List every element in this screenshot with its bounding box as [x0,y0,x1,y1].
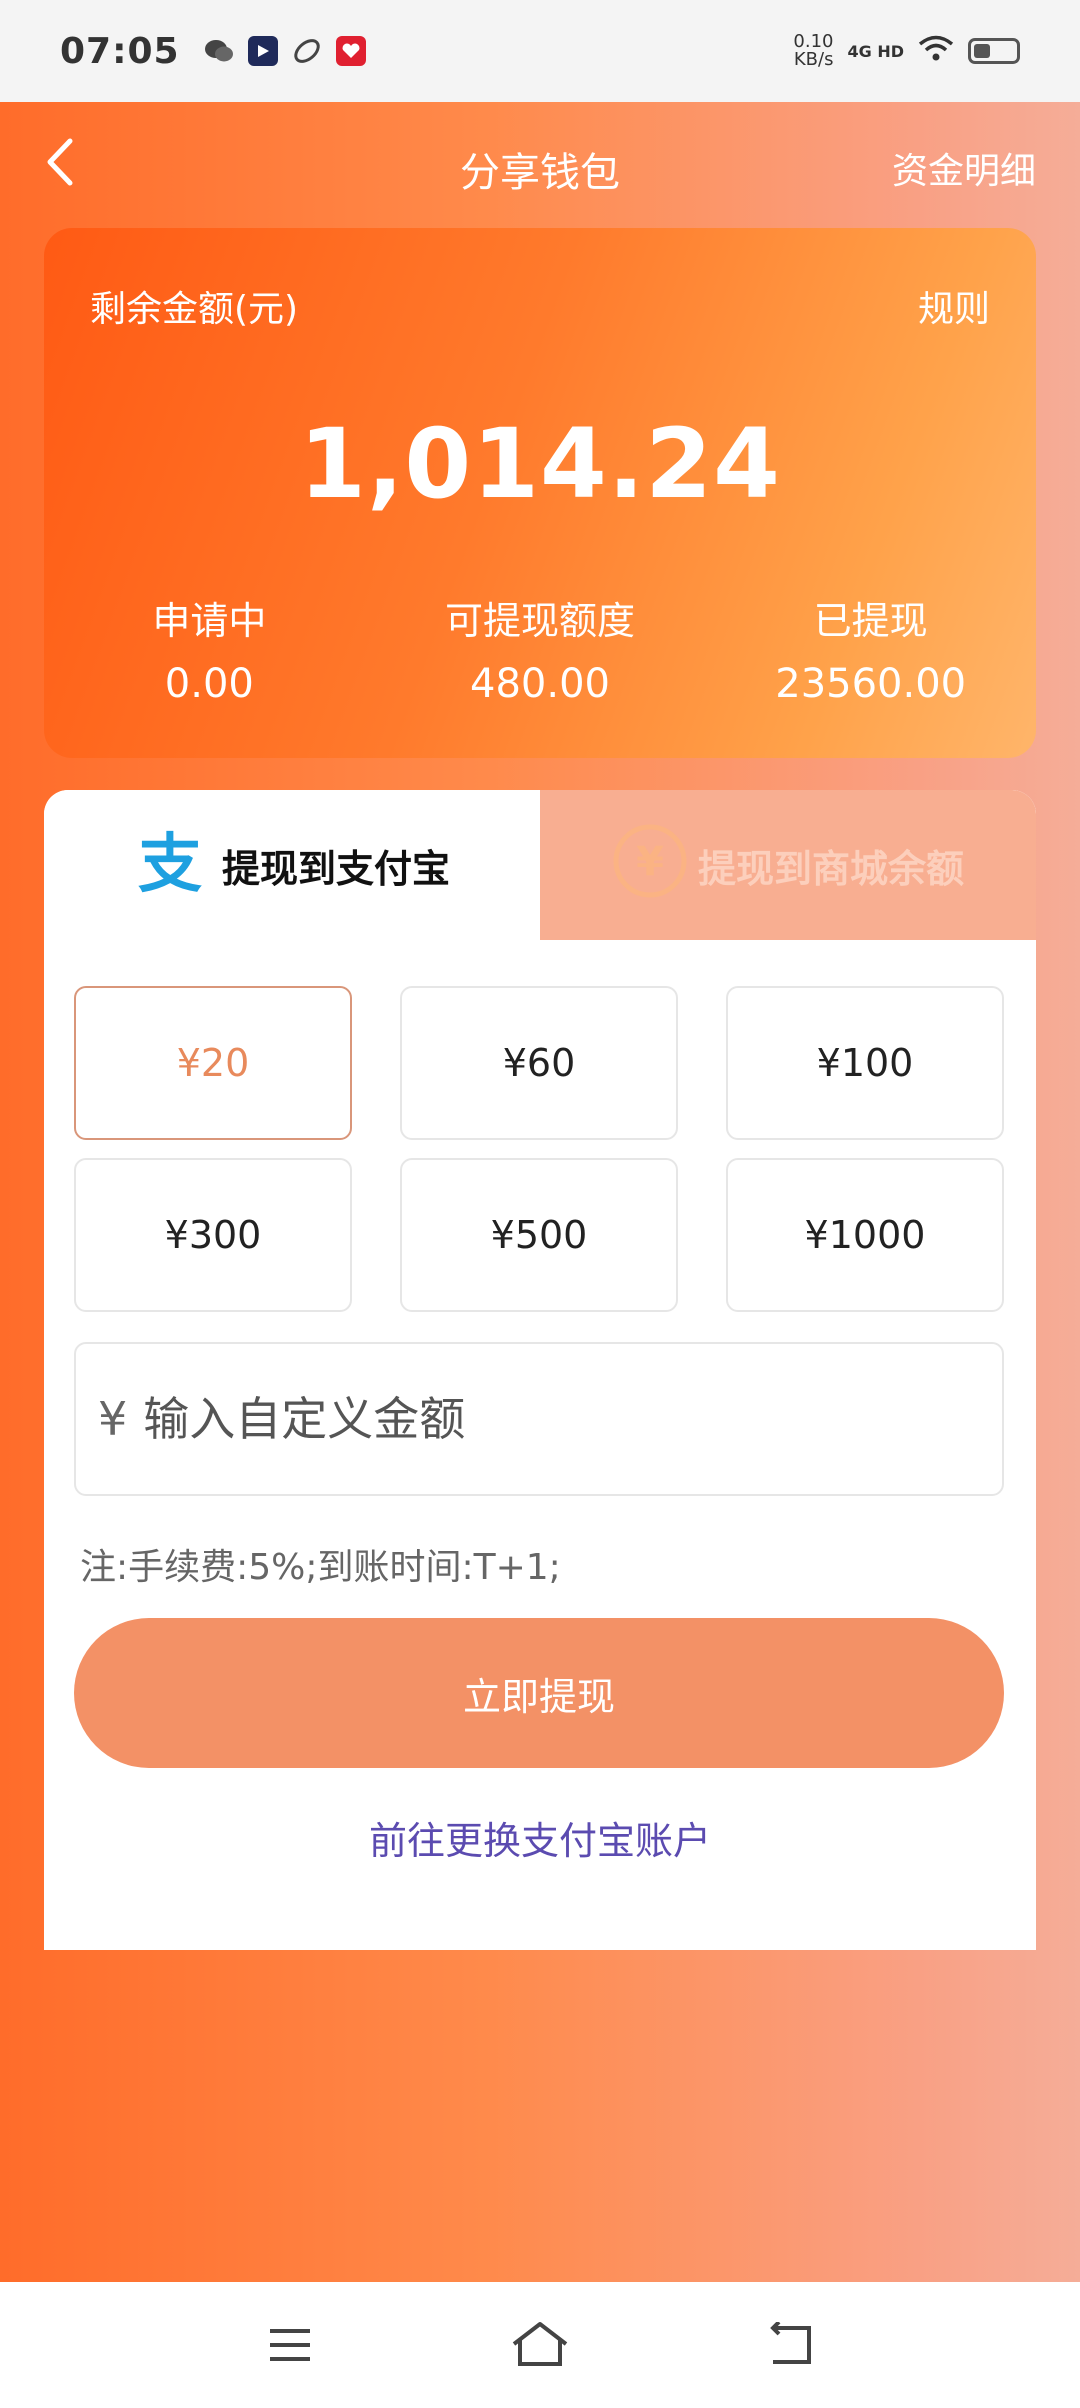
yen-coin-icon: ¥ [612,823,688,908]
change-alipay-account-link[interactable]: 前往更换支付宝账户 [44,1810,1036,1865]
stat-value: 480.00 [470,661,610,707]
amount-option-100[interactable]: ¥100 [726,986,1004,1140]
stat-value: 0.00 [164,661,254,707]
stat-label: 申请中 [152,599,267,643]
withdraw-tabs: 支 提现到支付宝 ¥ 提现到商城余额 [44,790,1036,940]
alipay-icon: 支 [134,828,212,903]
menu-button[interactable] [260,2315,320,2375]
amount-options: ¥20 ¥60 ¥100 ¥300 ¥500 ¥1000 [74,986,1004,1312]
menu-icon [270,2329,310,2361]
status-bar: 07:05 0.10 KB/s 4G HD [0,0,1080,102]
back-button[interactable] [30,132,90,192]
status-app-icons [204,36,366,66]
withdraw-panel: 支 提现到支付宝 ¥ 提现到商城余额 ¥20 ¥60 ¥100 ¥300 ¥50… [44,790,1036,1950]
chevron-left-icon [47,138,73,186]
balance-amount: 1,014.24 [299,408,781,520]
back-arrow-icon [770,2322,811,2364]
system-nav-bar [0,2282,1080,2408]
red-app-icon [335,36,366,66]
nav-bar: 分享钱包 资金明细 [0,102,1080,228]
stat-withdrawable: 可提现额度 480.00 [375,590,706,707]
balance-card: 剩余金额(元) 规则 1,014.24 申请中 0.00 可提现额度 480.0… [44,228,1036,758]
amount-option-20[interactable]: ¥20 [74,986,352,1140]
tab-mall-balance[interactable]: ¥ 提现到商城余额 [540,790,1036,940]
status-indicators: 0.10 KB/s 4G HD [793,33,1020,69]
tab-label: 提现到支付宝 [221,846,450,891]
net-speed: 0.10 KB/s [793,33,833,69]
network-type: 4G HD [847,41,904,61]
fee-note: 注:手续费:5%;到账时间:T+1; [80,1547,561,1588]
amount-option-500[interactable]: ¥500 [400,1158,678,1312]
home-button[interactable] [510,2315,570,2375]
stat-value: 23560.00 [775,661,967,707]
stat-pending: 申请中 0.00 [44,590,375,707]
back-nav-button[interactable] [760,2315,820,2375]
stat-withdrawn: 已提现 23560.00 [705,590,1036,707]
battery-icon [968,38,1020,64]
amount-option-1000[interactable]: ¥1000 [726,1158,1004,1312]
video-app-icon [247,36,278,66]
withdraw-now-button[interactable]: 立即提现 [74,1618,1004,1768]
wechat-icon [204,36,234,66]
tab-alipay[interactable]: 支 提现到支付宝 [44,790,540,940]
net-speed-unit: KB/s [793,49,834,70]
funds-detail-link[interactable]: 资金明细 [892,142,1036,194]
amount-option-300[interactable]: ¥300 [74,1158,352,1312]
stat-label: 可提现额度 [445,599,636,643]
balance-stats: 申请中 0.00 可提现额度 480.00 已提现 23560.00 [44,590,1036,707]
custom-amount-input[interactable] [143,1392,944,1446]
svg-text:支: 支 [138,828,202,894]
tab-label: 提现到商城余额 [697,846,964,891]
amount-option-60[interactable]: ¥60 [400,986,678,1140]
custom-amount-field: ¥ [74,1342,1004,1496]
wifi-icon [918,35,954,68]
svg-text:¥: ¥ [636,839,664,885]
home-icon [512,2322,568,2366]
stat-label: 已提现 [813,599,928,643]
leaf-app-icon [292,36,322,66]
status-time: 07:05 [60,30,180,72]
remaining-label: 剩余金额(元) [90,289,299,330]
yen-prefix: ¥ [98,1392,128,1446]
rules-link[interactable]: 规则 [918,280,990,332]
